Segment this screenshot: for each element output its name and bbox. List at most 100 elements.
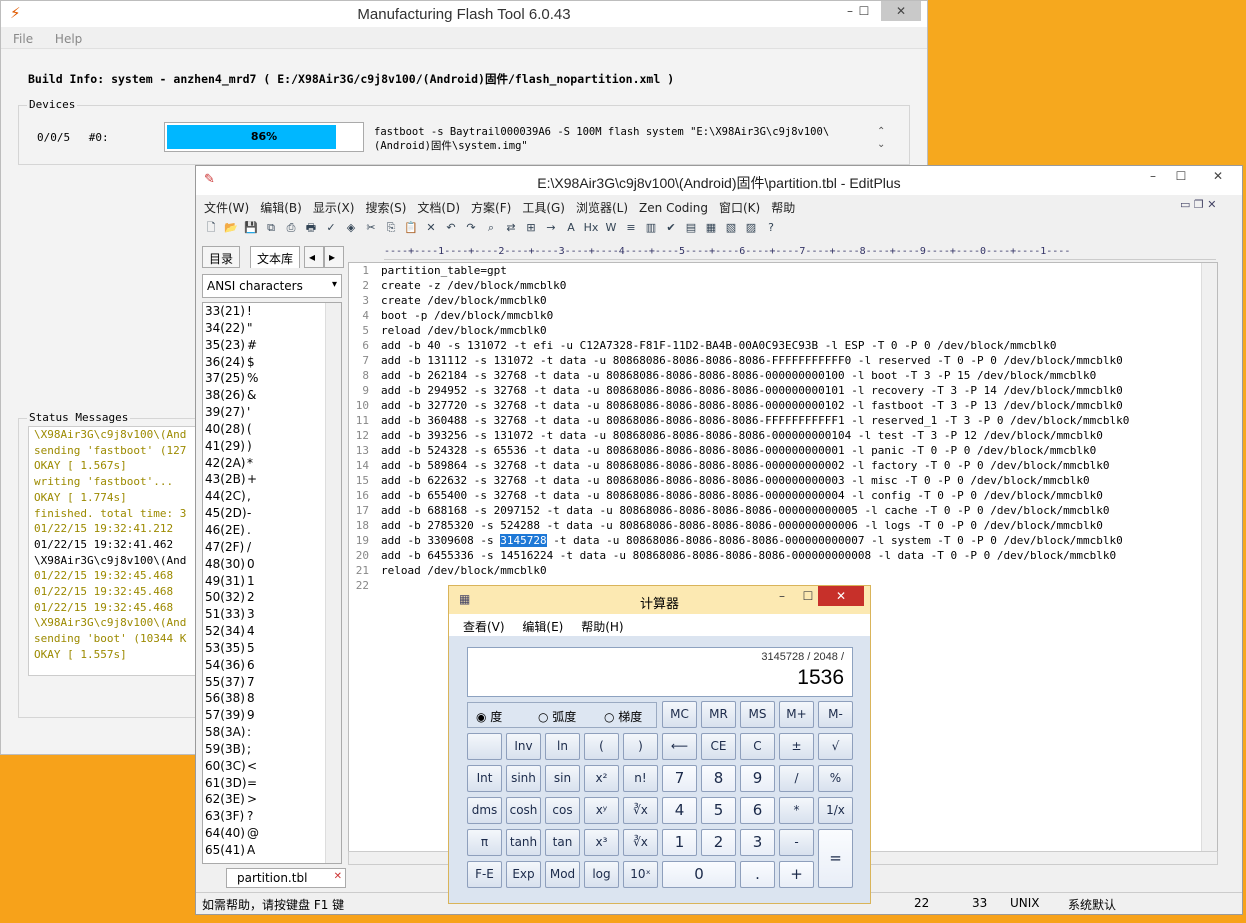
calc-key[interactable]: 2 [701,829,736,856]
new-file-icon[interactable]: 🗋 [202,219,220,237]
calc-key[interactable]: Int [467,765,502,792]
char-list-item[interactable]: 44(2C), [203,488,341,505]
browser-icon[interactable]: ◈ [342,219,360,237]
char-list-item[interactable]: 34(22) " [203,320,341,337]
calc-key[interactable]: F-E [467,861,502,888]
char-list-item[interactable]: 57(39) 9 [203,707,341,724]
calc-key[interactable]: MR [701,701,736,728]
calc-key[interactable]: cosh [506,797,541,824]
char-list-item[interactable]: 39(27) ' [203,404,341,421]
editplus-menu-item[interactable]: 帮助 [771,201,795,215]
calc-key[interactable]: sinh [506,765,541,792]
open-icon[interactable]: 📂 [222,219,240,237]
editor-vertical-scrollbar[interactable] [1201,263,1217,851]
calc-key[interactable]: . [740,861,775,888]
calc-key[interactable]: x³ [584,829,619,856]
spell-icon[interactable]: ✓ [322,219,340,237]
code-line[interactable]: 1 partition_table=gpt [349,263,1217,278]
undo-icon[interactable]: ↶ [442,219,460,237]
char-list-item[interactable]: 51(33) 3 [203,606,341,623]
calc-key[interactable]: 1/x [818,797,853,824]
code-line[interactable]: 16 add -b 655400 -s 32768 -t data -u 8086… [349,488,1217,503]
char-list-item[interactable]: 62(3E) > [203,791,341,808]
calc-key[interactable]: % [818,765,853,792]
copy-icon[interactable]: ⎘ [382,219,400,237]
view3-icon[interactable]: ▧ [722,219,740,237]
replace-icon[interactable]: ⇄ [502,219,520,237]
calc-key[interactable]: n! [623,765,658,792]
goto-icon[interactable]: → [542,219,560,237]
char-list-item[interactable]: 43(2B) + [203,471,341,488]
code-line[interactable]: 4 boot -p /dev/block/mmcblk0 [349,308,1217,323]
calc-key[interactable]: log [584,861,619,888]
menu-edit[interactable]: 编辑(E) [522,620,563,634]
char-list-item[interactable]: 41(29)) [203,438,341,455]
maximize-icon[interactable]: ☐ [849,1,879,21]
close-icon[interactable]: ✕ [1198,166,1238,186]
close-icon[interactable]: ✕ [334,871,342,882]
calc-key[interactable]: x² [584,765,619,792]
view4-icon[interactable]: ▨ [742,219,760,237]
char-list-item[interactable]: 55(37) 7 [203,674,341,691]
code-line[interactable]: 17 add -b 688168 -s 2097152 -t data -u 80… [349,503,1217,518]
calc-key[interactable]: tan [545,829,580,856]
char-list-item[interactable]: 45(2D)- [203,505,341,522]
tab-scroll-left-icon[interactable]: ◂ [304,246,324,268]
calc-key[interactable]: ∛x [623,829,658,856]
calc-key[interactable]: Inv [506,733,541,760]
find-in-files-icon[interactable]: ⊞ [522,219,540,237]
char-list-item[interactable]: 40(28)( [203,421,341,438]
help-icon[interactable]: ? [762,219,780,237]
char-list-item[interactable]: 37(25)% [203,370,341,387]
code-line[interactable]: 18 add -b 2785320 -s 524288 -t data -u 80… [349,518,1217,533]
char-list-item[interactable]: 64(40) @ [203,825,341,842]
file-tab-partition[interactable]: partition.tbl ✕ [226,868,346,888]
close-icon[interactable]: ✕ [818,586,864,606]
calc-key[interactable]: cos [545,797,580,824]
calc-key[interactable]: CE [701,733,736,760]
calc-key[interactable]: 1 [662,829,697,856]
mdi-window-controls[interactable]: ▭ ❐ ✕ [1180,198,1216,211]
calc-key[interactable]: ) [623,733,658,760]
calc-key[interactable] [467,733,502,760]
calc-key[interactable]: tanh [506,829,541,856]
calc-key[interactable]: 8 [701,765,736,792]
editplus-menu-item[interactable]: 文件(W) [204,201,249,215]
calc-key[interactable]: * [779,797,814,824]
code-line[interactable]: 21 reload /dev/block/mmcblk0 [349,563,1217,578]
calc-key[interactable]: MS [740,701,775,728]
calc-key[interactable]: Exp [506,861,541,888]
char-list-item[interactable]: 65(41) A [203,842,341,859]
code-line[interactable]: 7 add -b 131112 -s 131072 -t data -u 8086… [349,353,1217,368]
tab-cliptext[interactable]: 文本库 [250,246,301,268]
calc-key[interactable]: 5 [701,797,736,824]
calc-key[interactable]: Mod [545,861,580,888]
calc-key[interactable]: 0 [662,861,736,888]
hex-icon[interactable]: Hx [582,219,600,237]
char-list-item[interactable]: 33(21)! [203,303,341,320]
command-scroll-arrows[interactable]: ⌃ ⌄ [877,125,885,151]
paste-icon[interactable]: 📋 [402,219,420,237]
char-list-item[interactable]: 46(2E). [203,522,341,539]
minimize-icon[interactable]: – [1138,166,1168,186]
code-line[interactable]: 13 add -b 524328 -s 65536 -t data -u 8086… [349,443,1217,458]
indent-icon[interactable]: ≡ [622,219,640,237]
print-icon[interactable]: 🖶 [302,219,320,237]
editplus-menu-item[interactable]: 文档(D) [417,201,460,215]
calc-key[interactable]: 10ˣ [623,861,658,888]
code-line[interactable]: 14 add -b 589864 -s 32768 -t data -u 8086… [349,458,1217,473]
code-line[interactable]: 2 create -z /dev/block/mmcblk0 [349,278,1217,293]
find-icon[interactable]: ⌕ [482,219,500,237]
cliptext-library-select[interactable]: ANSI characters ▾ [202,274,342,298]
calc-key[interactable]: sin [545,765,580,792]
editplus-menu-item[interactable]: 搜索(S) [365,201,406,215]
cut-icon[interactable]: ✂ [362,219,380,237]
save-all-icon[interactable]: ⧉ [262,219,280,237]
calc-key[interactable]: MC [662,701,697,728]
view1-icon[interactable]: ▤ [682,219,700,237]
char-list-item[interactable]: 56(38) 8 [203,690,341,707]
font-icon[interactable]: A [562,219,580,237]
menu-file[interactable]: File [13,32,33,46]
calc-key[interactable]: 6 [740,797,775,824]
delete-icon[interactable]: ✕ [422,219,440,237]
